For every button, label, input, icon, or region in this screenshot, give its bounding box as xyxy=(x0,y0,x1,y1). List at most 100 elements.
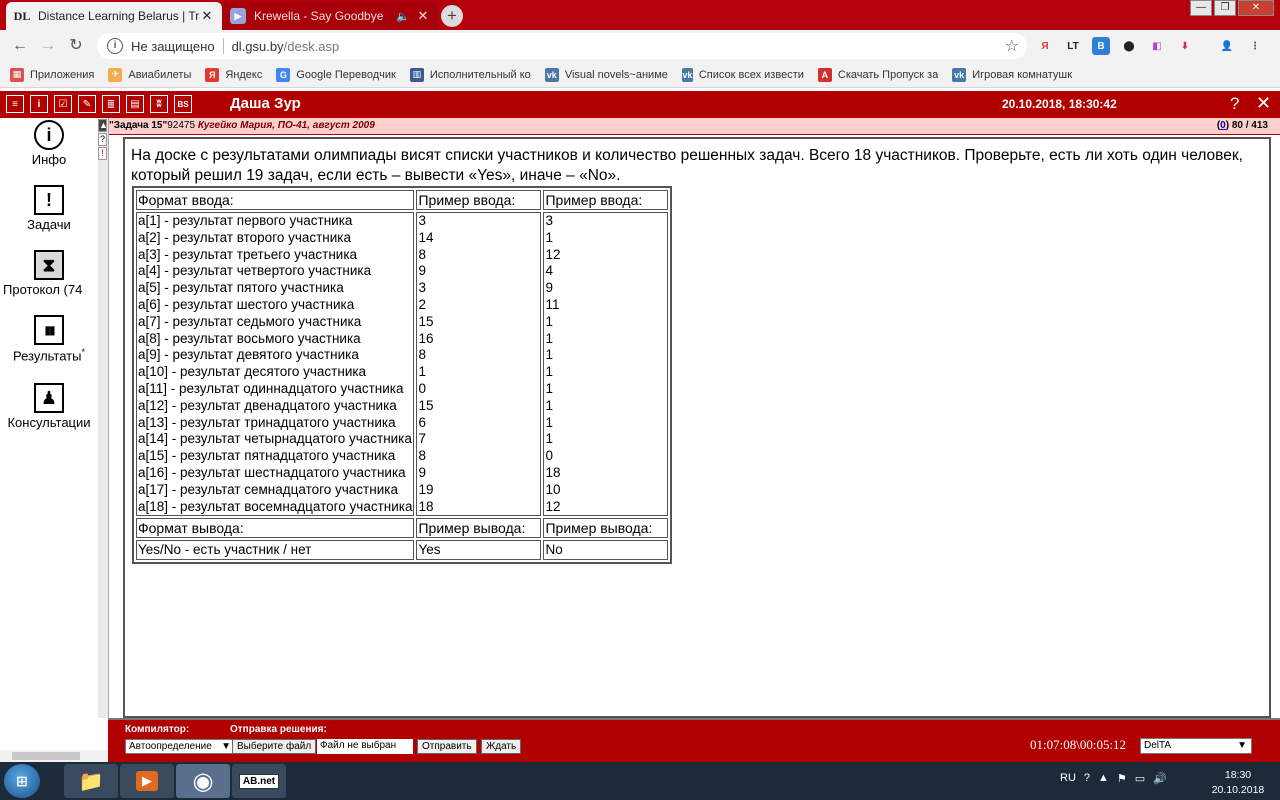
bookmark-avia[interactable]: ✈ Авиабилеты xyxy=(108,67,191,82)
input-format-line: a[12] - результат двенадцатого участника xyxy=(138,397,397,413)
input-format-line: a[6] - результат шестого участника xyxy=(138,296,355,312)
total-count: 80 / 413 xyxy=(1231,120,1268,131)
help-icon[interactable]: ? xyxy=(98,133,107,146)
url-path: /desk.asp xyxy=(283,38,340,54)
compiler-select[interactable]: Автоопределение ▼ xyxy=(125,739,235,754)
help-icon[interactable]: ? xyxy=(1230,94,1239,114)
nav-consultations[interactable]: ♟ Консультации xyxy=(0,383,98,430)
close-icon[interactable]: ✕ xyxy=(1256,93,1271,114)
chrome-app[interactable]: ◉ xyxy=(176,764,230,798)
nav-results[interactable]: ▮▮ Результаты* xyxy=(0,315,98,363)
display-icon[interactable]: ▭ xyxy=(1135,772,1145,785)
example2-input-value: 12 xyxy=(545,246,561,262)
windows-taskbar: ⊞ 📁 ▶ ◉ AB.net RU ? ▲ ⚑ ▭ 🔊 18:30 20.10.… xyxy=(0,762,1280,800)
checkbox-icon[interactable]: ☑ xyxy=(54,95,72,113)
close-window-button[interactable]: ✕ xyxy=(1238,0,1274,16)
speaker-icon[interactable]: 🔈 xyxy=(396,10,410,23)
tab-title: Krewella - Say Goodbye xyxy=(254,9,384,23)
scroll-thumb[interactable] xyxy=(12,752,80,760)
bs-icon[interactable]: BS xyxy=(174,95,192,113)
system-tray: RU ? ▲ ⚑ ▭ 🔊 xyxy=(1060,772,1167,785)
system-clock[interactable]: 18:30 20.10.2018 xyxy=(1204,768,1272,798)
language-indicator[interactable]: RU xyxy=(1060,772,1076,785)
bookmark-list[interactable]: vk Список всех извести xyxy=(681,67,804,82)
info-icon[interactable]: i xyxy=(107,38,123,54)
output-format-cell: Yes/No - есть участник / нет xyxy=(136,540,415,561)
divider xyxy=(222,38,224,54)
bookmark-game-room[interactable]: vk Игровая комнатушк xyxy=(952,67,1073,82)
example1-input-cell: 3 14 8 9 3 2 15 16 8 1 0 15 6 7 8 9 19 18 xyxy=(416,212,542,517)
example1-input-value: 14 xyxy=(418,229,434,245)
purple-ext-icon[interactable]: ◧ xyxy=(1148,37,1166,55)
forward-arrow-icon[interactable]: → xyxy=(38,36,58,56)
bookmark-executive[interactable]: ▥ Исполнительный ко xyxy=(409,67,531,82)
server-datetime: 20.10.2018, 18:30:42 xyxy=(1002,97,1117,111)
address-bar[interactable]: i Не защищено dl.gsu.by/desk.asp ☆ xyxy=(97,33,1027,59)
a-icon: A xyxy=(817,67,832,82)
profile-icon[interactable]: 👤 xyxy=(1218,37,1236,55)
nav-label: Консультации xyxy=(7,415,91,430)
start-button[interactable]: ⊞ xyxy=(4,764,40,798)
paren: ) xyxy=(1225,120,1230,131)
media-player-app[interactable]: ▶ xyxy=(120,764,174,798)
example1-input-value: 15 xyxy=(418,313,434,329)
output-format-header: Формат вывода: xyxy=(136,518,415,539)
vk-icon: vk xyxy=(952,67,967,82)
minimize-button[interactable]: — xyxy=(1190,0,1212,16)
reload-icon[interactable]: ↻ xyxy=(66,36,86,56)
dl-header: ≡ i ☑ ✎ ≣ ▤ ʬ BS Даша Зур 20.10.2018, 18… xyxy=(0,91,1280,118)
submit-label: Отправка решения: xyxy=(230,724,327,735)
flag-icon[interactable]: ⚑ xyxy=(1117,772,1127,785)
nav-info[interactable]: i Инфо xyxy=(0,120,98,167)
send-button[interactable]: Отправить xyxy=(417,739,477,754)
yandex-ext-icon[interactable]: Я xyxy=(1036,37,1054,55)
left-scrollbar[interactable] xyxy=(0,750,108,762)
collapse-icon[interactable]: ▲ xyxy=(98,119,108,132)
nav-protocol[interactable]: ⧗ Протокол (74 xyxy=(0,250,98,297)
bookmark-download[interactable]: A Скачать Пропуск за xyxy=(817,67,938,82)
tab-krewella[interactable]: ▶ Krewella - Say Goodbye 🔈 ✕ xyxy=(222,2,438,30)
tab-close-icon[interactable]: ✕ xyxy=(200,8,214,24)
edit-icon[interactable]: ✎ xyxy=(78,95,96,113)
bookmark-star-icon[interactable]: ☆ xyxy=(1005,36,1019,56)
alert-icon[interactable]: ! xyxy=(98,147,107,160)
bookmark-translate[interactable]: G Google Переводчик xyxy=(276,67,396,82)
people-icon[interactable]: ʬ xyxy=(150,95,168,113)
table-icon[interactable]: ▤ xyxy=(126,95,144,113)
tab-distance-learning[interactable]: DL Distance Learning Belarus | Traini ✕ xyxy=(6,2,222,30)
input-format-line: a[17] - результат семнадцатого участника xyxy=(138,481,398,497)
task-content: На доске с результатами олимпиады висят … xyxy=(123,137,1271,718)
input-format-line: a[14] - результат четырнадцатого участни… xyxy=(138,431,412,447)
yandex-icon: Я xyxy=(205,67,220,82)
info-icon: i xyxy=(34,120,64,150)
menu-icon[interactable]: ≡ xyxy=(6,95,24,113)
tab-close-icon[interactable]: ✕ xyxy=(416,8,430,24)
languagetool-ext-icon[interactable]: LT xyxy=(1064,37,1082,55)
bookmark-yandex[interactable]: Я Яндекс xyxy=(205,67,262,82)
bookmark-label: Игровая комнатушк xyxy=(972,68,1073,81)
menu-dots-icon[interactable]: ⋮ xyxy=(1246,37,1264,55)
output-header-row: Формат вывода: Пример вывода: Пример выв… xyxy=(136,518,669,539)
list-icon[interactable]: ≣ xyxy=(102,95,120,113)
example2-input-value: 1 xyxy=(545,397,553,413)
language-select[interactable]: DelTA ▼ xyxy=(1140,738,1252,754)
maximize-button[interactable]: ❐ xyxy=(1214,0,1236,16)
explorer-app[interactable]: 📁 xyxy=(64,764,118,798)
b-ext-icon[interactable]: B xyxy=(1092,37,1110,55)
user-name: Даша Зур xyxy=(230,95,301,112)
abc-net-app[interactable]: AB.net xyxy=(232,764,286,798)
new-tab-button[interactable]: + xyxy=(441,5,463,27)
download-ext-icon[interactable]: ⬇ xyxy=(1176,37,1194,55)
bookmark-apps[interactable]: ▦ Приложения xyxy=(10,67,94,82)
help-icon[interactable]: ? xyxy=(1084,772,1090,785)
chevron-up-icon[interactable]: ▲ xyxy=(1098,772,1109,785)
wait-button[interactable]: Ждать xyxy=(481,739,522,754)
task-name: "Задача 15" xyxy=(109,120,168,131)
volume-icon[interactable]: 🔊 xyxy=(1153,772,1167,785)
bookmark-visual-novels[interactable]: vk Visual novels~аниме xyxy=(544,67,668,82)
choose-file-button[interactable]: Выберите файл xyxy=(232,739,317,754)
nav-tasks[interactable]: ! Задачи xyxy=(0,185,98,232)
shield-ext-icon[interactable]: ⬤ xyxy=(1120,37,1138,55)
info-icon[interactable]: i xyxy=(30,95,48,113)
back-arrow-icon[interactable]: ← xyxy=(10,36,30,56)
